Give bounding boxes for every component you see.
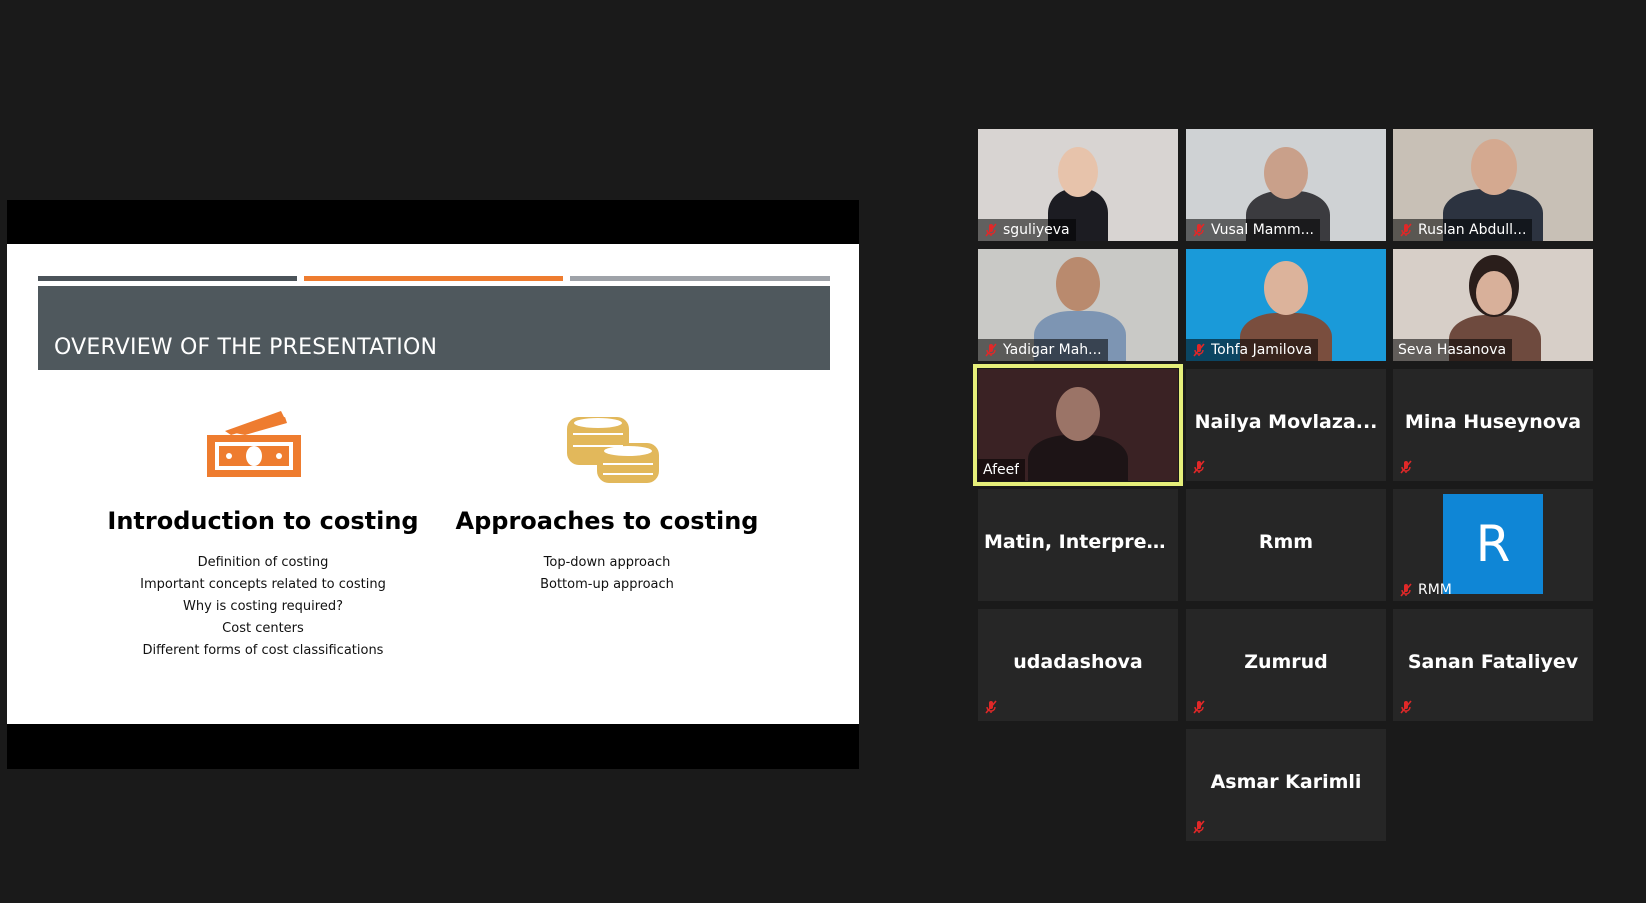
participant-tile[interactable]: Sanan Fataliyev (1393, 609, 1593, 721)
participant-name: Mina Huseynova (1404, 411, 1582, 433)
mic-muted-icon (983, 699, 999, 715)
coins-icon (565, 409, 661, 489)
participant-name: RMM (1418, 582, 1452, 598)
participant-tile[interactable]: udadashova (978, 609, 1178, 721)
participant-name: Asmar Karimli (1210, 771, 1362, 793)
video-person-head (1264, 147, 1308, 199)
participant-tile[interactable]: Tohfa Jamilova (1186, 249, 1386, 361)
participant-name: Afeef (983, 462, 1020, 478)
participant-label: Ruslan Abdull... (1393, 219, 1533, 241)
mic-muted-icon (1398, 222, 1414, 238)
participant-label: sguliyeva (978, 219, 1076, 241)
video-person-head (1056, 387, 1100, 441)
mic-muted-icon (1191, 819, 1207, 835)
participant-tile-active-speaker[interactable]: Afeef (973, 364, 1183, 486)
list-item: Cost centers (222, 621, 304, 636)
list-item: Bottom-up approach (540, 577, 674, 592)
participant-name: Tohfa Jamilova (1211, 342, 1313, 358)
mic-muted-icon (1191, 342, 1207, 358)
shared-screen: OVERVIEW OF THE PRESENTATION Introductio… (7, 200, 859, 769)
participant-name: Ruslan Abdull... (1418, 222, 1527, 238)
avatar: R (1443, 494, 1543, 594)
participant-label: Afeef (978, 459, 1026, 481)
participant-name: udadashova (1013, 651, 1143, 673)
participant-name: Rmm (1258, 531, 1314, 553)
participant-tile[interactable]: Seva Hasanova (1393, 249, 1593, 361)
participant-tile[interactable]: Matin, Interpreter (978, 489, 1178, 601)
mic-muted-icon (983, 222, 999, 238)
participant-label: Tohfa Jamilova (1186, 339, 1319, 361)
video-person-head (1264, 261, 1308, 315)
mic-muted-icon (1398, 459, 1414, 475)
participant-name: Zumrud (1244, 651, 1328, 673)
approaches-heading: Approaches to costing (455, 507, 759, 535)
video-person-head (1058, 147, 1098, 197)
intro-list: Definition of costing Important concepts… (93, 552, 433, 662)
video-person (1028, 435, 1128, 481)
participant-label: Yadigar Mah... (978, 339, 1108, 361)
participant-tile[interactable]: sguliyeva (978, 129, 1178, 241)
slide-accent-bar-gray (570, 276, 830, 281)
participant-tile[interactable]: Mina Huseynova (1393, 369, 1593, 481)
participant-name: Seva Hasanova (1398, 342, 1507, 358)
participant-tile[interactable]: Yadigar Mah... (978, 249, 1178, 361)
participant-tile[interactable]: Rmm (1186, 489, 1386, 601)
participant-name: Sanan Fataliyev (1407, 651, 1579, 673)
participant-tile[interactable]: Ruslan Abdull... (1393, 129, 1593, 241)
mic-muted-icon (1191, 459, 1207, 475)
participant-tile[interactable]: Asmar Karimli (1186, 729, 1386, 841)
approaches-list: Top-down approach Bottom-up approach (447, 552, 767, 596)
participant-name: Yadigar Mah... (1003, 342, 1102, 358)
slide-accent-bar-dark (38, 276, 297, 281)
participant-name: sguliyeva (1003, 222, 1070, 238)
participant-name: Vusal Mamm... (1211, 222, 1314, 238)
participant-name: Matin, Interpreter (984, 531, 1178, 553)
participant-label: RMM (1393, 579, 1458, 601)
participant-tile[interactable]: R RMM (1393, 489, 1593, 601)
mic-muted-icon (1398, 582, 1414, 598)
mic-muted-icon (983, 342, 999, 358)
money-bill-icon (205, 409, 303, 483)
list-item: Different forms of cost classifications (142, 643, 384, 658)
intro-heading: Introduction to costing (107, 507, 419, 535)
participant-tile[interactable]: Nailya Movlaza... (1186, 369, 1386, 481)
mic-muted-icon (1191, 699, 1207, 715)
list-item: Definition of costing (197, 555, 329, 570)
list-item: Why is costing required? (182, 599, 343, 614)
list-item: Important concepts related to costing (140, 577, 386, 592)
participant-name: Nailya Movlaza... (1194, 411, 1378, 433)
slide-title: OVERVIEW OF THE PRESENTATION (54, 335, 438, 360)
participant-label: Vusal Mamm... (1186, 219, 1320, 241)
participant-tile[interactable]: Zumrud (1186, 609, 1386, 721)
list-item: Top-down approach (543, 555, 671, 570)
participant-tile[interactable]: Vusal Mamm... (1186, 129, 1386, 241)
mic-muted-icon (1191, 222, 1207, 238)
slide-accent-bar-orange (304, 276, 563, 281)
video-person-head (1056, 257, 1100, 311)
mic-muted-icon (1398, 699, 1414, 715)
video-person-head (1471, 139, 1517, 195)
participant-label: Seva Hasanova (1393, 339, 1513, 361)
video-person-head (1476, 271, 1512, 315)
slide-title-box: OVERVIEW OF THE PRESENTATION (38, 286, 830, 370)
presentation-slide: OVERVIEW OF THE PRESENTATION Introductio… (7, 244, 859, 724)
